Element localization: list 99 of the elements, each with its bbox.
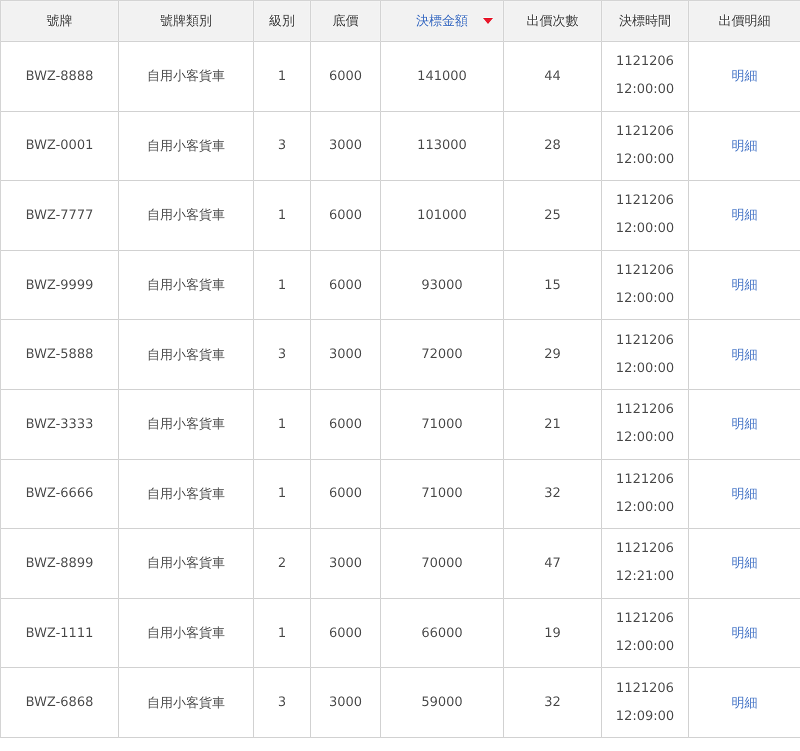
date-text: 1121206 [615,401,675,420]
table-cell: BWZ-9999 [0,250,118,320]
table-cell: 32 [504,459,602,529]
table-cell: 6000 [310,459,380,529]
date-text: 1121206 [615,610,675,628]
table-cell: 自用小客貨車 [118,42,254,112]
table-cell: 1 [254,598,310,668]
time-text: 12:00:00 [614,290,676,308]
table-cell: 2 [254,528,310,598]
table-cell: 3000 [310,528,380,598]
table-cell: 1 [254,180,310,250]
table-cell: 自用小客貨車 [118,668,254,738]
table-cell: 72000 [380,320,504,390]
table-cell: BWZ-3333 [0,389,118,460]
date-text: 1121206 [615,122,675,141]
table-cell: 6000 [310,42,380,112]
table-cell: 59000 [380,668,504,738]
table-cell: 19 [504,598,602,668]
table-cell: 3 [254,320,310,390]
table-cell: 自用小客貨車 [118,459,254,529]
detail-link[interactable]: 明細 [732,486,758,502]
table-cell: 47 [504,528,602,598]
table-cell: 3 [254,111,310,181]
table-cell: 6000 [310,180,380,250]
time-text: 12:00:00 [614,498,676,517]
table-cell: BWZ-7777 [0,180,118,250]
detail-link[interactable]: 明細 [732,626,758,642]
column-header[interactable]: 決標時間 [602,0,688,42]
time-text: 12:09:00 [614,708,676,726]
time-text: 12:00:00 [614,638,676,656]
date-text: 1121206 [615,192,675,210]
detail-link[interactable]: 明細 [732,208,758,224]
table-cell: BWZ-8899 [0,528,118,598]
table-cell: 3000 [310,111,380,181]
date-text: 1121206 [615,53,675,72]
table-cell: 自用小客貨車 [118,389,254,460]
date-text: 1121206 [615,680,675,698]
table-cell: 29 [504,320,602,390]
table-cell: 101000 [380,180,504,250]
column-header[interactable]: 底價 [310,0,380,42]
table-cell: 6000 [310,389,380,460]
time-text: 12:00:00 [614,429,676,448]
column-header[interactable]: 號牌類別 [118,0,254,42]
table-cell: 自用小客貨車 [118,180,254,250]
table-cell: 6000 [310,250,380,320]
detail-link[interactable]: 明細 [732,696,758,711]
detail-link[interactable]: 明細 [732,278,758,294]
time-text: 12:00:00 [614,220,676,238]
table-cell: 1 [254,389,310,460]
table-cell: 71000 [380,459,504,529]
sort-down-icon[interactable] [483,18,493,24]
table-cell: BWZ-5888 [0,320,118,390]
table-cell: BWZ-6666 [0,459,118,529]
table-cell: 71000 [380,389,504,460]
date-text: 1121206 [615,540,675,558]
column-header[interactable]: 出價明細 [688,0,800,42]
table-cell: 113000 [380,111,504,181]
time-text: 12:21:00 [614,568,676,586]
detail-link[interactable]: 明細 [732,556,758,572]
table-cell: 21 [504,389,602,460]
table-cell: 1 [254,459,310,529]
table-cell: 28 [504,111,602,181]
time-text: 12:00:00 [614,150,676,169]
detail-link[interactable]: 明細 [732,417,758,432]
table-cell: BWZ-6868 [0,668,118,738]
table-cell: BWZ-0001 [0,111,118,181]
table-cell: 25 [504,180,602,250]
table-cell: BWZ-8888 [0,42,118,112]
column-header[interactable]: 號牌 [0,0,118,42]
time-text: 12:00:00 [614,81,676,100]
table-cell: 141000 [380,42,504,112]
table-cell: 自用小客貨車 [118,111,254,181]
table-cell: 自用小客貨車 [118,250,254,320]
table-cell: 6000 [310,598,380,668]
table-cell: 1 [254,250,310,320]
table-cell: 3 [254,668,310,738]
table-cell: 32 [504,668,602,738]
table-cell: 自用小客貨車 [118,598,254,668]
sortable-header[interactable]: 決標金額 [380,0,504,42]
column-header[interactable]: 級別 [254,0,310,42]
table-cell: 1 [254,42,310,112]
detail-link[interactable]: 明細 [732,348,758,363]
time-text: 12:00:00 [614,360,676,378]
table-cell: 自用小客貨車 [118,320,254,390]
table-cell: 3000 [310,668,380,738]
table-cell: 44 [504,42,602,112]
date-text: 1121206 [615,332,675,350]
table-cell: 自用小客貨車 [118,528,254,598]
column-header[interactable]: 出價次數 [504,0,602,42]
date-text: 1121206 [615,470,675,489]
table-cell: BWZ-1111 [0,598,118,668]
table-cell: 70000 [380,528,504,598]
detail-link[interactable]: 明細 [732,138,758,154]
date-text: 1121206 [615,262,675,280]
table-cell: 15 [504,250,602,320]
table-cell: 3000 [310,320,380,390]
table-cell: 66000 [380,598,504,668]
table-cell: 93000 [380,250,504,320]
detail-link[interactable]: 明細 [732,69,758,84]
